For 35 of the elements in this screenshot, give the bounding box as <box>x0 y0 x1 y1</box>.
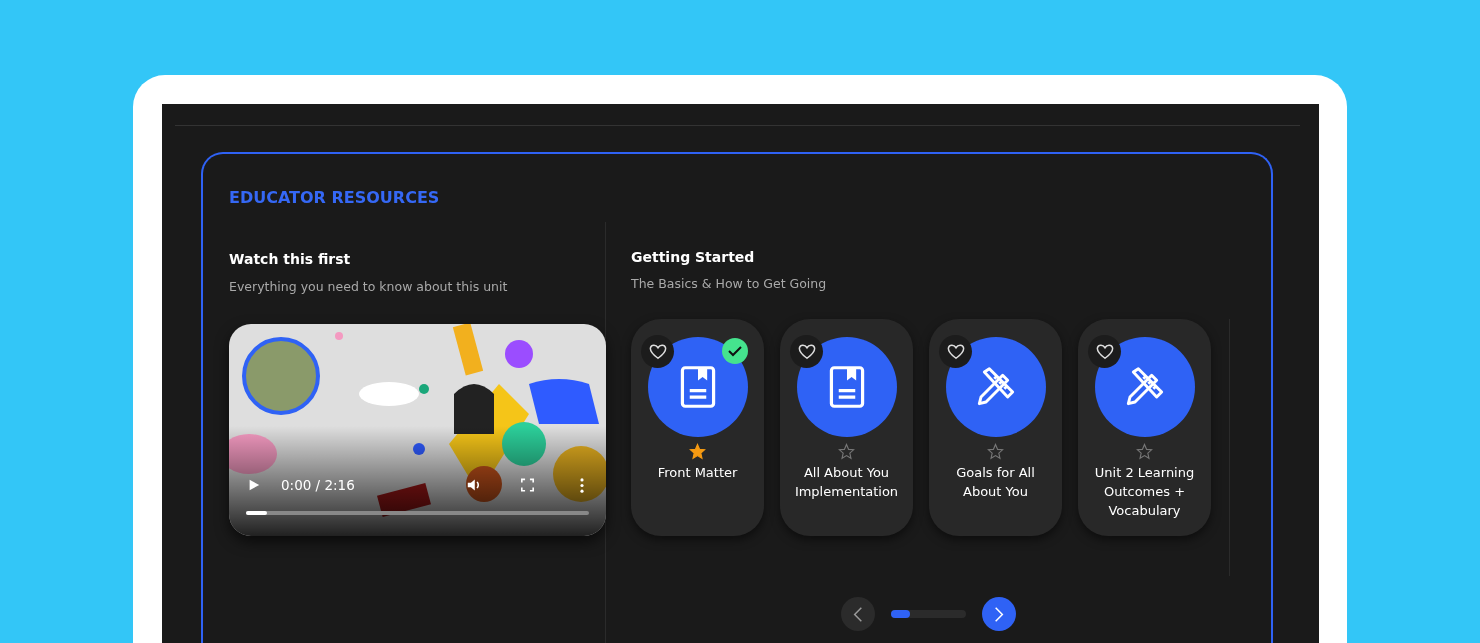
resource-title: Front Matter <box>656 464 739 482</box>
heart-icon <box>946 343 965 360</box>
heart-icon <box>1095 343 1114 360</box>
chevron-right-icon <box>994 605 1004 623</box>
section-title: EDUCATOR RESOURCES <box>229 188 441 209</box>
next-button[interactable] <box>982 597 1016 631</box>
resource-card[interactable]: Goals for All About You <box>929 319 1062 536</box>
resource-card[interactable]: All About You Implementation <box>780 319 913 536</box>
star-outline-icon[interactable] <box>1136 443 1153 460</box>
volume-icon[interactable] <box>467 478 481 492</box>
star-outline-icon[interactable] <box>987 443 1004 460</box>
favorite-button[interactable] <box>641 335 674 368</box>
heart-icon <box>648 343 667 360</box>
favorite-button[interactable] <box>1088 335 1121 368</box>
resource-title: Unit 2 Learning Outcomes + Vocabulary <box>1093 464 1196 520</box>
seek-bar[interactable] <box>246 511 589 515</box>
video-subtitle: Everything you need to know about this unit <box>229 279 509 294</box>
resource-title: All About You Implementation <box>793 464 900 501</box>
fullscreen-icon[interactable] <box>521 478 534 492</box>
video-player[interactable]: 0:00 / 2:16 <box>229 324 606 536</box>
resources-title: Getting Started <box>631 249 756 265</box>
heart-icon <box>797 343 816 360</box>
resource-card[interactable]: Front Matter <box>631 319 764 536</box>
chevron-left-icon <box>853 605 863 623</box>
video-title: Watch this first <box>229 251 352 267</box>
video-time: 0:00 / 2:16 <box>281 477 355 493</box>
resource-card[interactable]: Unit 2 Learning Outcomes + Vocabulary <box>1078 319 1211 536</box>
play-icon[interactable] <box>247 478 261 492</box>
favorite-button[interactable] <box>939 335 972 368</box>
favorite-button[interactable] <box>790 335 823 368</box>
more-options-icon[interactable] <box>580 477 584 493</box>
resources-subtitle: The Basics & How to Get Going <box>631 276 828 291</box>
filled-star-icon[interactable] <box>689 443 706 460</box>
star-outline-icon[interactable] <box>838 443 855 460</box>
resource-title: Goals for All About You <box>955 464 1036 501</box>
